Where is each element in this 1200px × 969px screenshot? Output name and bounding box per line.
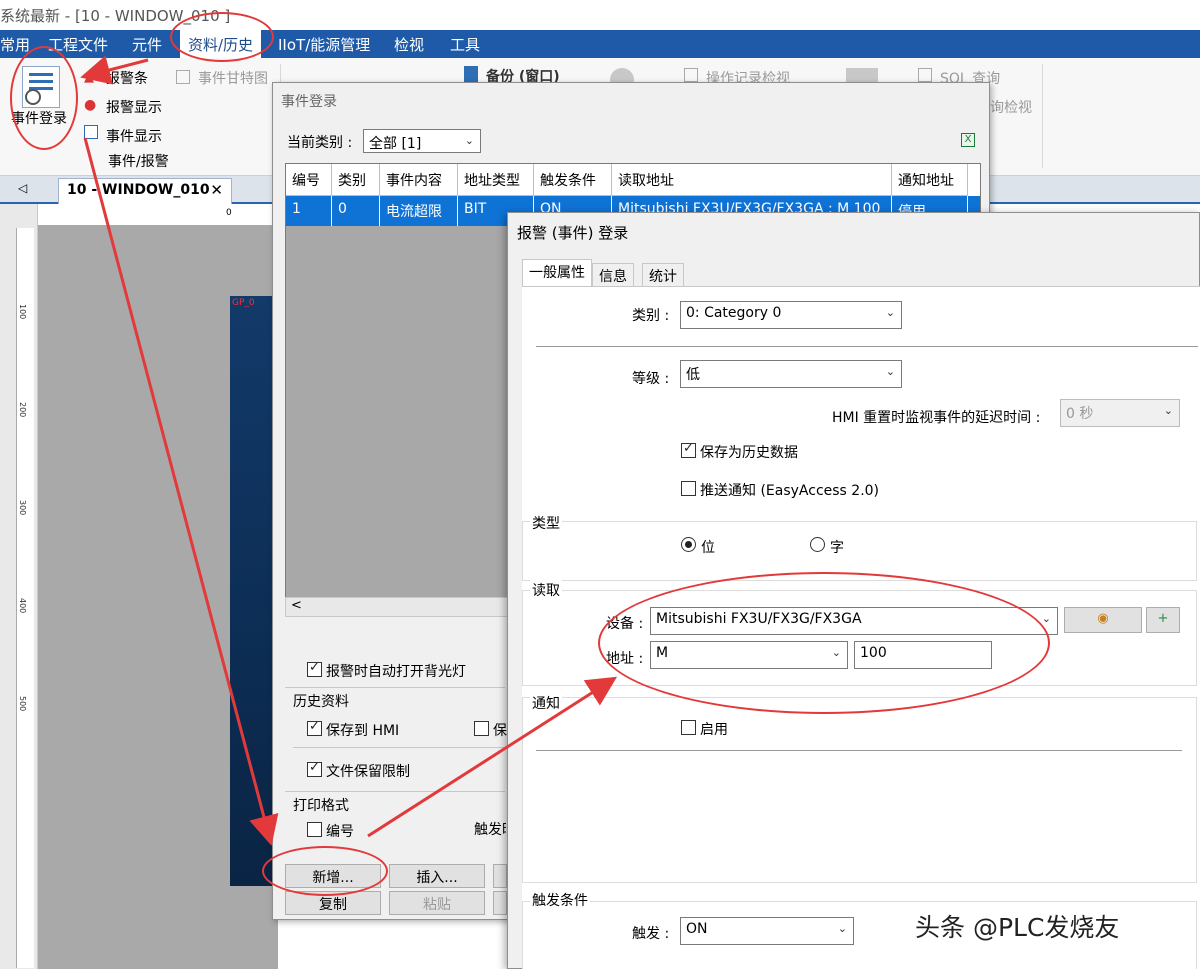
annotation-circle <box>598 572 1050 714</box>
annotation-circle <box>262 846 388 896</box>
watermark: 头条 @PLC发烧友 <box>915 913 1120 942</box>
annotation-circle <box>10 46 78 150</box>
annotation-arrow <box>80 55 149 85</box>
annotation-arrow <box>83 137 279 846</box>
annotation-arrow <box>367 676 618 838</box>
annotation-overlay <box>80 55 618 846</box>
annotation-circle <box>170 12 274 62</box>
